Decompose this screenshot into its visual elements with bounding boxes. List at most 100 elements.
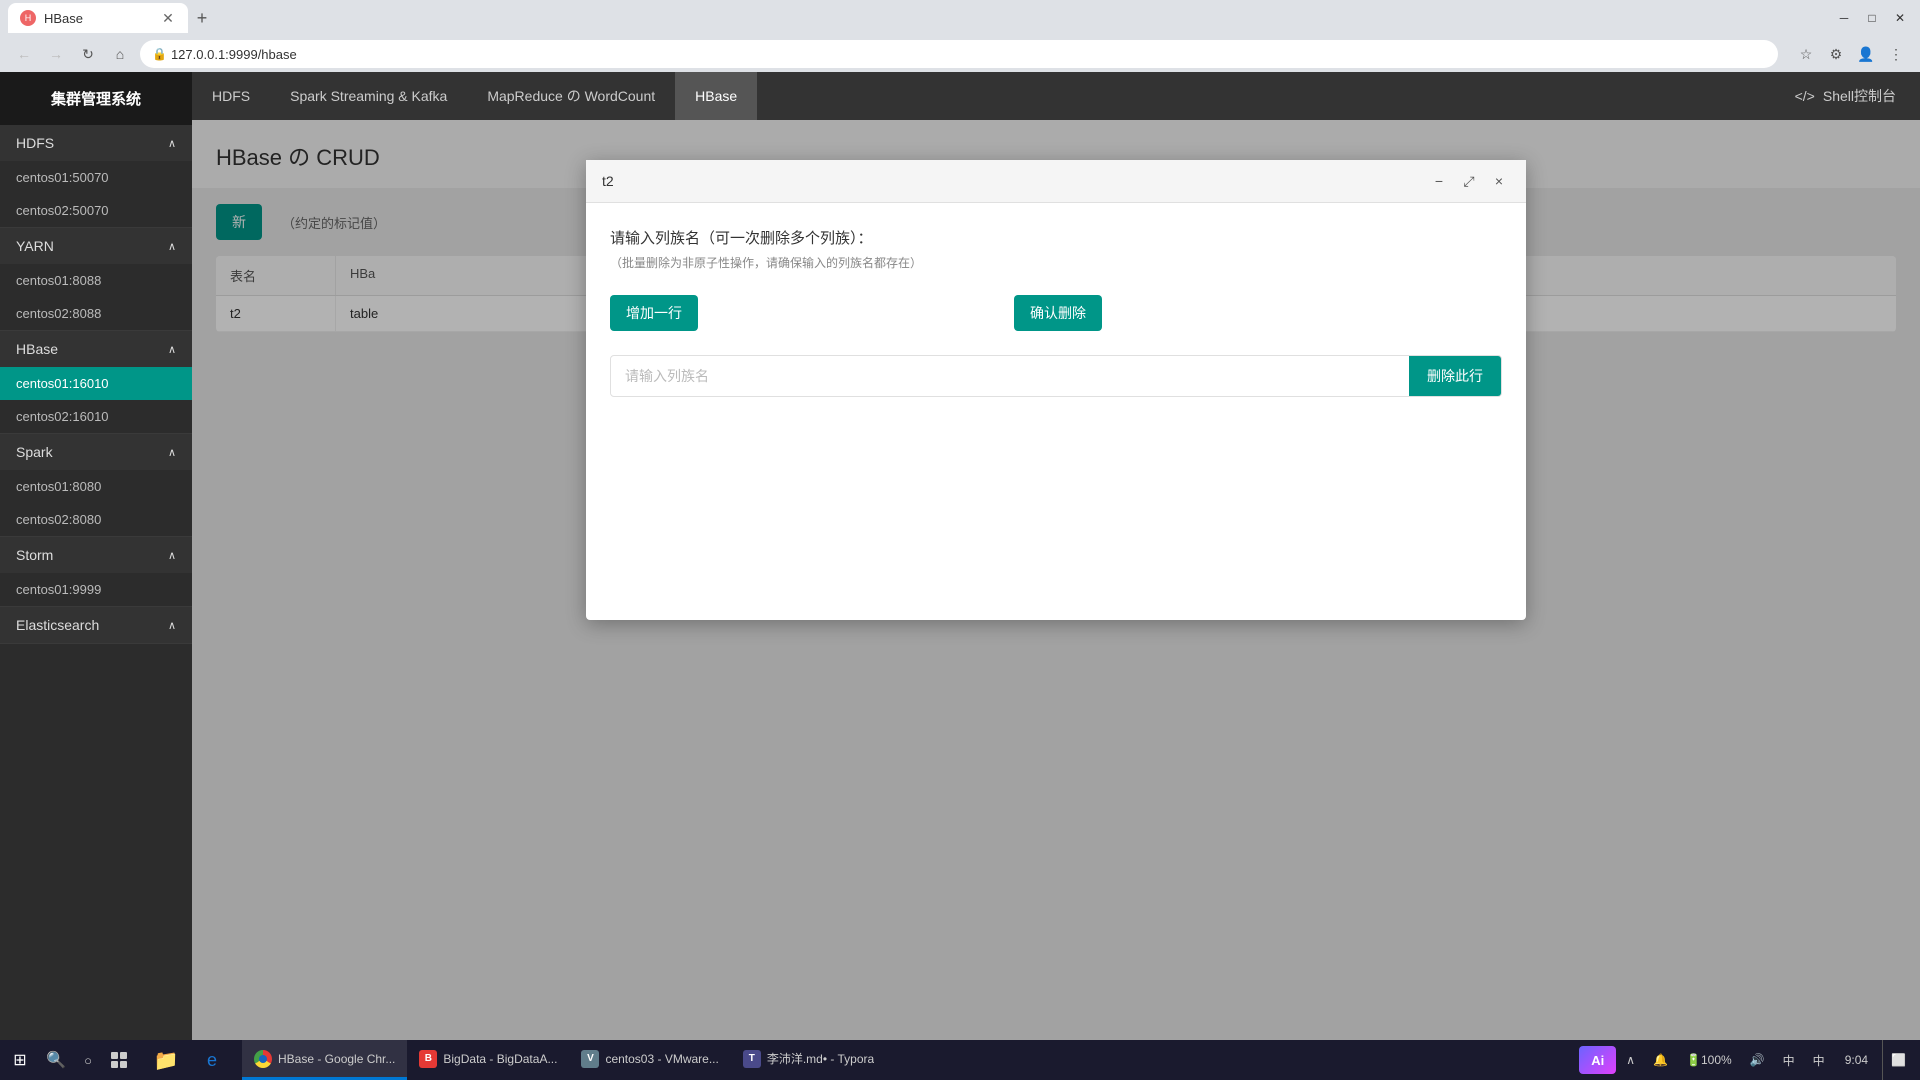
sidebar: 集群管理系统 HDFS ∧ centos01:50070 centos02:50… xyxy=(0,72,192,1040)
lock-icon: 🔒 xyxy=(152,47,167,61)
hbase-chevron-icon: ∧ xyxy=(168,343,176,356)
start-button[interactable]: ⊞ xyxy=(0,1040,40,1080)
sidebar-item-centos01-16010[interactable]: centos01:16010 xyxy=(0,367,192,400)
browser-chrome: H HBase ✕ + ─ □ ✕ ← → ↻ ⌂ 🔒 127.0.0.1:99… xyxy=(0,0,1920,72)
modal-input-row: 删除此行 xyxy=(610,355,1502,397)
typora-label: 李沛洋.md• - Typora xyxy=(767,1050,874,1067)
sidebar-section-hdfs-label: HDFS xyxy=(16,135,54,151)
ai-button[interactable]: Ai xyxy=(1579,1046,1616,1074)
delete-row-button[interactable]: 删除此行 xyxy=(1409,356,1501,396)
refresh-button[interactable]: ↻ xyxy=(76,42,100,66)
nav-item-hbase[interactable]: HBase xyxy=(675,72,757,120)
modal-close-button[interactable]: × xyxy=(1488,170,1510,192)
address-text: 127.0.0.1:9999/hbase xyxy=(171,47,297,62)
address-input[interactable]: 🔒 127.0.0.1:9999/hbase xyxy=(140,40,1778,68)
modal-controls: − ⤢ × xyxy=(1428,170,1510,192)
ie-icon: e xyxy=(200,1048,224,1072)
menu-button[interactable]: ⋮ xyxy=(1884,42,1908,66)
chrome-icon xyxy=(254,1050,272,1068)
vmware-label: centos03 - VMware... xyxy=(605,1052,718,1066)
systray-chevron[interactable]: ∧ xyxy=(1620,1040,1641,1080)
app-container: 集群管理系统 HDFS ∧ centos01:50070 centos02:50… xyxy=(0,72,1920,1040)
browser-actions: ☆ ⚙ 👤 ⋮ xyxy=(1794,42,1908,66)
systray-network[interactable]: 中 xyxy=(1777,1040,1801,1080)
taskbar-search-button[interactable]: 🔍 xyxy=(40,1044,72,1076)
column-family-input[interactable] xyxy=(611,358,1409,394)
systray-ime[interactable]: 中 xyxy=(1807,1040,1831,1080)
modal-minimize-button[interactable]: − xyxy=(1428,170,1450,192)
bookmark-button[interactable]: ☆ xyxy=(1794,42,1818,66)
window-close-button[interactable]: ✕ xyxy=(1888,6,1912,30)
typora-icon: T xyxy=(743,1050,761,1068)
window-minimize-button[interactable]: ─ xyxy=(1832,6,1856,30)
sidebar-item-centos02-8088[interactable]: centos02:8088 xyxy=(0,297,192,330)
sidebar-item-centos01-9999[interactable]: centos01:9999 xyxy=(0,573,192,606)
address-bar: ← → ↻ ⌂ 🔒 127.0.0.1:9999/hbase ☆ ⚙ 👤 ⋮ xyxy=(0,36,1920,72)
window-maximize-button[interactable]: □ xyxy=(1860,6,1884,30)
nav-item-hdfs[interactable]: HDFS xyxy=(192,72,270,120)
sidebar-item-centos01-8080[interactable]: centos01:8080 xyxy=(0,470,192,503)
window-controls: ─ □ ✕ xyxy=(1832,6,1912,30)
sidebar-section-hbase-label: HBase xyxy=(16,341,58,357)
sidebar-section-hdfs: HDFS ∧ centos01:50070 centos02:50070 xyxy=(0,125,192,228)
sidebar-title: 集群管理系统 xyxy=(0,72,192,125)
start-icon: ⊞ xyxy=(13,1050,26,1070)
cortana-button[interactable]: ○ xyxy=(72,1044,104,1076)
tab-close-button[interactable]: ✕ xyxy=(160,10,176,26)
profile-button[interactable]: 👤 xyxy=(1854,42,1878,66)
modal-actions: 增加一行 确认删除 xyxy=(610,295,1502,331)
sidebar-section-yarn-label: YARN xyxy=(16,238,54,254)
sidebar-section-yarn-header[interactable]: YARN ∧ xyxy=(0,228,192,264)
system-tray: ∧ 🔔 🔋 100% 🔊 中 中 xyxy=(1620,1040,1830,1080)
taskbar: ⊞ 🔍 ○ 📁 e HBase - Google Chr... B BigDat… xyxy=(0,1040,1920,1080)
modal-body: 请输入列族名（可一次删除多个列族）： （批量删除为非原子性操作，请确保输入的列族… xyxy=(586,203,1526,620)
sidebar-section-spark-header[interactable]: Spark ∧ xyxy=(0,434,192,470)
explorer-icon: 📁 xyxy=(154,1048,178,1072)
sidebar-section-storm-label: Storm xyxy=(16,547,53,563)
systray-bell[interactable]: 🔔 xyxy=(1647,1040,1674,1080)
systray-sound[interactable]: 🔊 xyxy=(1744,1040,1771,1080)
sidebar-item-centos02-50070[interactable]: centos02:50070 xyxy=(0,194,192,227)
systray-battery[interactable]: 🔋 100% xyxy=(1680,1040,1738,1080)
taskbar-vmware-item[interactable]: V centos03 - VMware... xyxy=(569,1040,730,1080)
back-button[interactable]: ← xyxy=(12,42,36,66)
sidebar-item-centos02-16010[interactable]: centos02:16010 xyxy=(0,400,192,433)
taskbar-bigdata-item[interactable]: B BigData - BigDataA... xyxy=(407,1040,569,1080)
modal-desc-sub: （批量删除为非原子性操作，请确保输入的列族名都存在） xyxy=(610,254,1502,271)
add-row-button[interactable]: 增加一行 xyxy=(610,295,698,331)
taskbar-chrome-item[interactable]: HBase - Google Chr... xyxy=(242,1040,407,1080)
new-tab-button[interactable]: + xyxy=(188,4,216,32)
taskbar-clock[interactable]: 9:04 xyxy=(1835,1040,1878,1080)
taskbar-typora-item[interactable]: T 李沛洋.md• - Typora xyxy=(731,1040,886,1080)
extensions-button[interactable]: ⚙ xyxy=(1824,42,1848,66)
confirm-delete-button[interactable]: 确认删除 xyxy=(1014,295,1102,331)
sidebar-item-centos02-8080[interactable]: centos02:8080 xyxy=(0,503,192,536)
show-desktop-button[interactable]: ⬜ xyxy=(1882,1040,1912,1080)
modal-desc-title: 请输入列族名（可一次删除多个列族）： xyxy=(610,227,1502,248)
nav-item-spark-kafka[interactable]: Spark Streaming & Kafka xyxy=(270,72,467,120)
sidebar-section-spark: Spark ∧ centos01:8080 centos02:8080 xyxy=(0,434,192,537)
forward-button[interactable]: → xyxy=(44,42,68,66)
sidebar-section-hbase-header[interactable]: HBase ∧ xyxy=(0,331,192,367)
taskbar-app-explorer[interactable]: 📁 xyxy=(144,1040,188,1080)
home-button[interactable]: ⌂ xyxy=(108,42,132,66)
sidebar-section-hdfs-header[interactable]: HDFS ∧ xyxy=(0,125,192,161)
modal-overlay: t2 − ⤢ × 请输入列族名（可一次删除多个列族）： （批量删除为非原子性操作… xyxy=(192,120,1920,1040)
nav-item-mapreduce[interactable]: MapReduce の WordCount xyxy=(467,72,675,120)
sidebar-item-centos01-8088[interactable]: centos01:8088 xyxy=(0,264,192,297)
shell-button[interactable]: </> Shell控制台 xyxy=(1771,72,1920,120)
sidebar-section-storm-header[interactable]: Storm ∧ xyxy=(0,537,192,573)
sidebar-section-es-header[interactable]: Elasticsearch ∧ xyxy=(0,607,192,643)
sidebar-section-es: Elasticsearch ∧ xyxy=(0,607,192,644)
battery-icon: 🔋 xyxy=(1686,1053,1701,1067)
browser-tab[interactable]: H HBase ✕ xyxy=(8,3,188,33)
bigdata-label: BigData - BigDataA... xyxy=(443,1052,557,1066)
sidebar-section-hbase: HBase ∧ centos01:16010 centos02:16010 xyxy=(0,331,192,434)
modal-maximize-button[interactable]: ⤢ xyxy=(1458,170,1480,192)
taskbar-app-ie[interactable]: e xyxy=(190,1040,234,1080)
modal-title: t2 xyxy=(602,173,614,189)
shell-label: Shell控制台 xyxy=(1823,86,1896,106)
sidebar-item-centos01-50070[interactable]: centos01:50070 xyxy=(0,161,192,194)
hdfs-chevron-icon: ∧ xyxy=(168,137,176,150)
task-view-button[interactable] xyxy=(104,1044,136,1076)
